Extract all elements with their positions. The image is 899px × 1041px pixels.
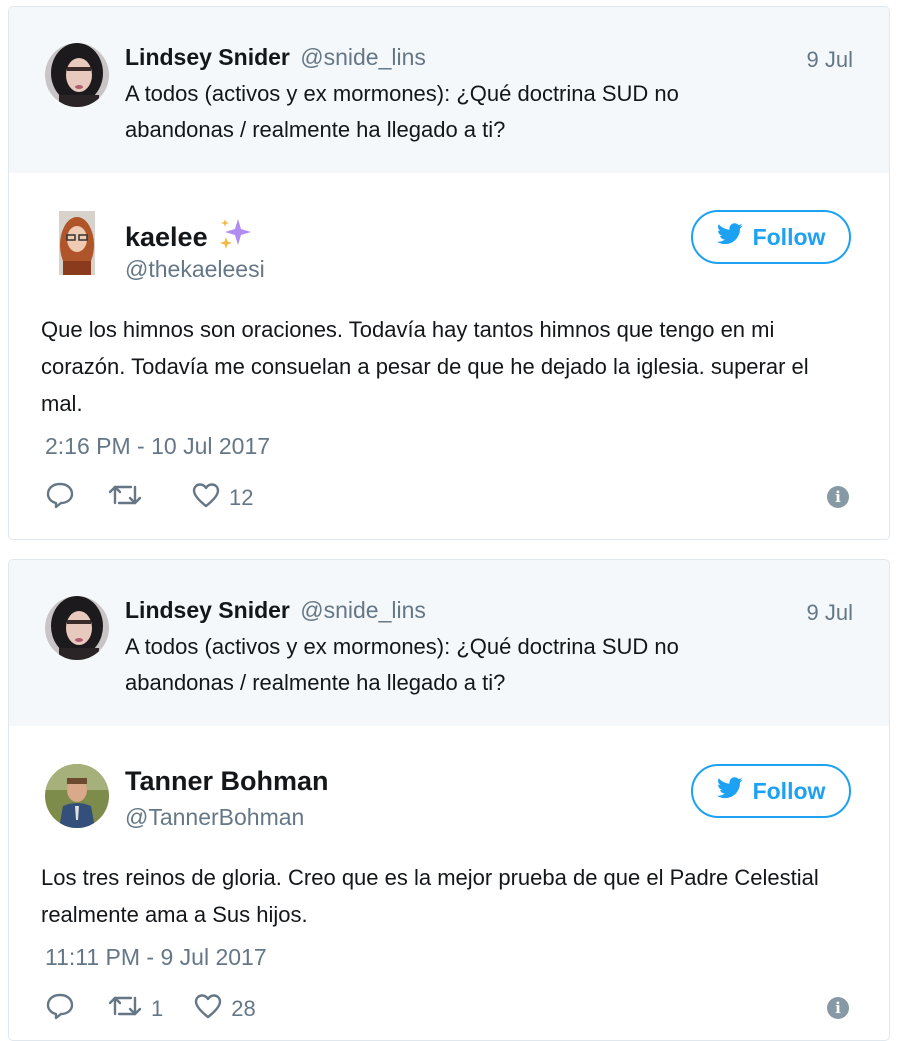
retweet-button[interactable] [107,481,151,515]
display-name[interactable]: kaelee [125,222,208,253]
author-name[interactable]: Lindsey Snider [125,44,290,70]
tweet-actions: 1 28 [45,992,256,1026]
tweet-text: Los tres reinos de gloria. Creo que es l… [41,865,819,927]
author-line[interactable]: Lindsey Snider @snide_lins [125,597,426,624]
parent-tweet[interactable]: Lindsey Snider @snide_lins 9 Jul A todos… [9,560,889,726]
reply-author-name[interactable]: kaelee [125,217,252,258]
embedded-tweet-card[interactable]: Lindsey Snider @snide_lins 9 Jul A todos… [8,559,890,1041]
parent-tweet[interactable]: Lindsey Snider @snide_lins 9 Jul A todos… [9,7,889,173]
avatar[interactable] [45,211,109,275]
author-handle[interactable]: @snide_lins [300,44,426,70]
tweet-date[interactable]: 9 Jul [807,600,853,626]
follow-button[interactable]: Follow [691,764,851,818]
retweet-icon [107,992,143,1026]
heart-icon [193,992,223,1026]
like-button[interactable]: 28 [193,992,256,1026]
tweet-text: A todos (activos y ex mormones): ¿Qué do… [125,81,679,142]
info-icon[interactable]: i [827,997,849,1019]
sparkles-icon [218,217,252,258]
retweet-count: 1 [151,996,164,1021]
reply-button[interactable] [45,992,75,1026]
reply-icon [45,481,75,515]
reply-author-handle[interactable]: @thekaeleesi [125,256,265,283]
embedded-tweet-card[interactable]: Lindsey Snider @snide_lins 9 Jul A todos… [8,6,890,540]
like-button[interactable]: 12 [191,481,253,515]
tweet-text: Que los himnos son oraciones. Todavía ha… [41,317,809,416]
tweet-date[interactable]: 9 Jul [807,47,853,73]
reply-author-name[interactable]: Tanner Bohman [125,766,329,797]
follow-label: Follow [752,223,826,250]
reply-icon [45,992,75,1026]
author-name[interactable]: Lindsey Snider [125,597,290,623]
follow-button[interactable]: Follow [691,210,851,264]
twitter-bird-icon [716,223,743,251]
avatar[interactable] [45,764,109,828]
tweet-timestamp[interactable]: 11:11 PM - 9 Jul 2017 [45,944,267,971]
like-count: 12 [229,485,254,510]
author-line[interactable]: Lindsey Snider @snide_lins [125,44,426,71]
retweet-button[interactable]: 1 [107,992,163,1026]
follow-label: Follow [752,777,826,804]
reply-button[interactable] [45,481,75,515]
heart-icon [191,481,221,515]
tweet-actions: 12 [45,481,253,515]
twitter-bird-icon [716,777,743,805]
tweet-timestamp[interactable]: 2:16 PM - 10 Jul 2017 [45,433,270,460]
retweet-icon [107,481,143,515]
info-icon[interactable]: i [827,486,849,508]
like-count: 28 [231,996,256,1021]
avatar[interactable] [45,596,109,660]
display-name[interactable]: Tanner Bohman [125,766,329,797]
reply-author-handle[interactable]: @TannerBohman [125,804,304,831]
avatar[interactable] [45,43,109,107]
tweet-text: A todos (activos y ex mormones): ¿Qué do… [125,634,679,695]
author-handle[interactable]: @snide_lins [300,597,426,623]
